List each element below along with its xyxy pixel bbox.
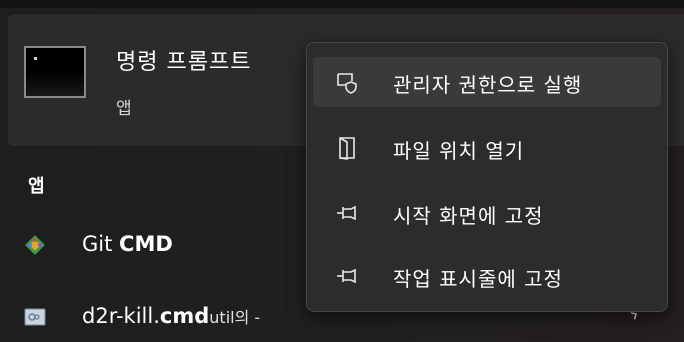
pin-icon — [337, 205, 356, 221]
result-name-bold: CMD — [119, 232, 173, 256]
result-label: d2r-kill.cmdutil의 - — [82, 304, 260, 328]
result-name-suffix: util의 — [209, 308, 250, 327]
folder-open-icon — [339, 137, 355, 160]
top-bar — [0, 0, 684, 8]
file-icon — [24, 308, 46, 326]
menu-item-open-file-location[interactable]: 파일 위치 열기 — [313, 123, 661, 173]
app-type: 앱 — [116, 99, 132, 119]
menu-item-run-as-admin[interactable]: 관리자 권한으로 실행 — [313, 57, 661, 107]
menu-item-label: 관리자 권한으로 실행 — [393, 73, 583, 97]
menu-item-pin-to-start[interactable]: 시작 화면에 고정 — [313, 188, 661, 238]
result-name-plain: d2r-kill. — [82, 304, 160, 328]
git-icon — [25, 235, 45, 255]
menu-item-label: 시작 화면에 고정 — [393, 204, 544, 228]
menu-item-label: 작업 표시줄에 고정 — [393, 267, 563, 291]
app-name: 명령 프롬프트 — [116, 50, 252, 75]
menu-item-pin-to-taskbar[interactable]: 작업 표시줄에 고정 — [313, 251, 661, 301]
result-label: Git CMD — [82, 232, 173, 256]
context-menu: 관리자 권한으로 실행 파일 위치 열기 시작 화면에 고정 작업 표시줄에 고… — [306, 42, 668, 312]
result-extra: - — [249, 308, 261, 327]
command-prompt-icon — [24, 46, 86, 98]
section-title-apps: 앱 — [28, 176, 45, 197]
shield-icon — [337, 73, 357, 94]
search-results-panel: 명령 프롬프트 앱 앱 Git CMD d2r-kill.cmdutil의 - … — [0, 0, 684, 342]
result-name-bold: cmd — [159, 304, 210, 328]
menu-item-label: 파일 위치 열기 — [393, 139, 525, 163]
pin-icon — [337, 268, 356, 284]
result-name-plain: Git — [82, 232, 120, 256]
